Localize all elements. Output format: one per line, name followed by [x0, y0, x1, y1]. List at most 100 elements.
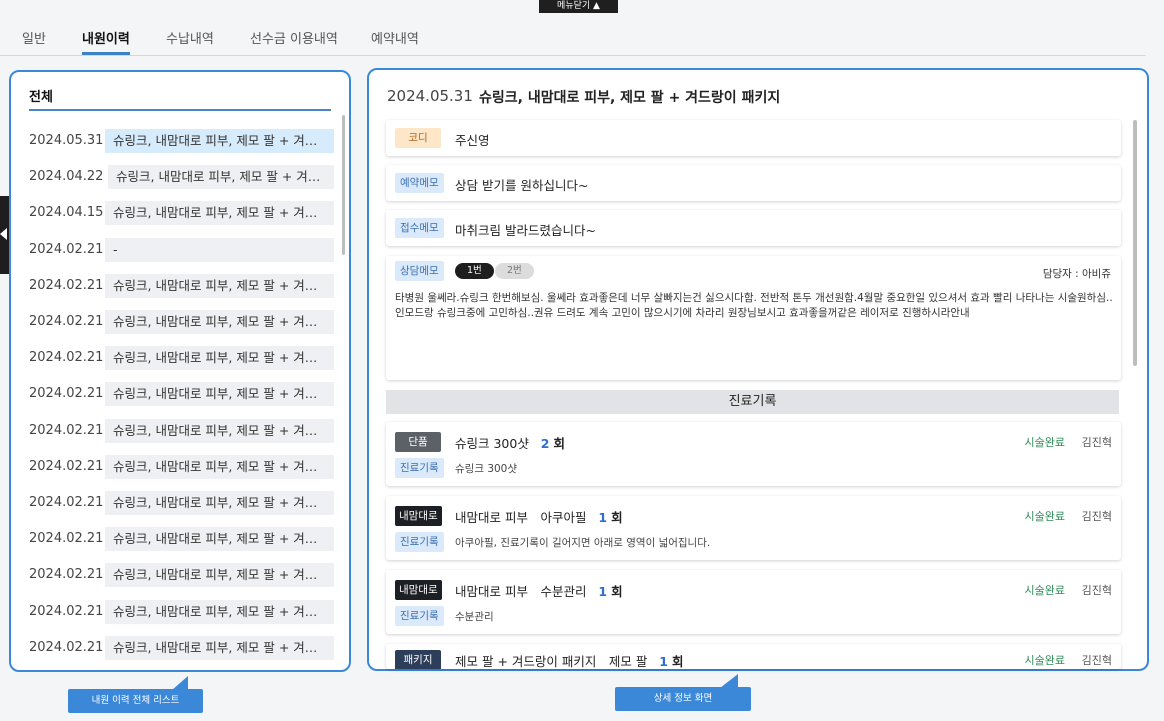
reserve-memo-value: 상담 받기를 원하십니다~	[455, 178, 589, 193]
list-item-date: 2024.02.21	[29, 603, 104, 619]
record-card[interactable]: 내맘대로 내맘대로 피부 아쿠아필 1 회 시술완료 김진혁 진료기록 아쿠아필…	[386, 496, 1121, 560]
list-scrollbar[interactable]	[342, 115, 345, 255]
record-staff: 김진혁	[1081, 510, 1112, 523]
visit-history-list-panel: 전체 2024.05.31 슈링크, 내맘대로 피부, 제모 팔 + 겨드랑...…	[9, 70, 351, 672]
record-type-badge: 단품	[395, 432, 441, 452]
record-status: 시술완료	[1024, 654, 1065, 667]
record-staff: 김진혁	[1081, 436, 1112, 449]
consult-memo-label: 상담메모	[395, 261, 444, 281]
record-note: 슈링크 300샷	[455, 463, 518, 475]
tab-bar: 일반 내원이력 수납내역 선수금 이용내역 예약내역	[0, 22, 1146, 56]
list-item[interactable]: 2024.02.21 슈링크, 내맘대로 피부, 제모 팔 + 겨드랑...	[29, 418, 334, 443]
list-item-title: 슈링크, 내맘대로 피부, 제모 팔 + 겨드랑...	[105, 527, 334, 552]
consult-owner: 담당자 : 아비쥬	[1042, 268, 1111, 280]
codi-label: 코디	[395, 128, 441, 148]
list-item[interactable]: 2024.04.22 슈링크, 내맘대로 피부, 제모 팔 + 겨드랑...	[29, 165, 334, 190]
record-name: 제모 팔 + 겨드랑이 패키지 제모 팔 1 회	[455, 654, 684, 669]
record-note: 수분관리	[455, 611, 494, 623]
list-item[interactable]: 2024.02.21 슈링크, 내맘대로 피부, 제모 팔 + 겨드랑...	[29, 527, 334, 552]
record-status: 시술완료	[1024, 584, 1065, 597]
record-card[interactable]: 단품 슈링크 300샷 2 회 시술완료 김진혁 진료기록 슈링크 300샷	[386, 422, 1121, 486]
visit-detail-panel: 2024.05.31 슈링크, 내맘대로 피부, 제모 팔 + 겨드랑이 패키지…	[367, 68, 1149, 671]
list-item[interactable]: 2024.02.21 슈링크, 내맘대로 피부, 제모 팔 + 겨드랑...	[29, 454, 334, 479]
list-item[interactable]: 2024.02.21 슈링크, 내맘대로 피부, 제모 팔 + 겨드랑...	[29, 273, 334, 298]
list-item-date: 2024.02.21	[29, 531, 104, 547]
record-status: 시술완료	[1024, 510, 1065, 523]
list-item[interactable]: 2024.02.21 슈링크, 내맘대로 피부, 제모 팔 + 겨드랑...	[29, 491, 334, 515]
list-item[interactable]: 2024.02.21-	[29, 237, 334, 262]
list-item-date: 2024.05.31	[29, 133, 104, 148]
list-item-date: 2024.02.21	[29, 639, 104, 655]
list-item-date: 2024.02.21	[29, 458, 104, 474]
tab-prepaid-usage[interactable]: 선수금 이용내역	[250, 28, 338, 47]
list-item-title: 슈링크, 내맘대로 피부, 제모 팔 + 겨드랑...	[105, 273, 334, 298]
list-item-date: 2024.02.21	[29, 350, 104, 366]
list-item-date: 2024.02.21	[29, 314, 104, 329]
record-label: 진료기록	[395, 532, 444, 552]
records-header: 진료기록	[386, 390, 1119, 414]
list-item[interactable]: 2024.02.21 슈링크, 내맘대로 피부, 제모 팔 + 겨드랑...	[29, 310, 334, 334]
list-item-date: 2024.04.22	[29, 169, 104, 185]
record-name: 슈링크 300샷 2 회	[455, 436, 565, 451]
record-type-badge: 패키지	[395, 650, 441, 669]
list-item[interactable]: 2024.02.21 슈링크, 내맘대로 피부, 제모 팔 + 겨드랑...	[29, 382, 334, 407]
reserve-memo-card: 예약메모 상담 받기를 원하십니다~	[386, 165, 1121, 201]
list-item-date: 2024.02.21	[29, 567, 104, 583]
list-item[interactable]: 2024.02.21 슈링크, 내맘대로 피부, 제모 팔 + 겨드랑...	[29, 599, 334, 624]
tab-reservations[interactable]: 예약내역	[371, 28, 419, 47]
list-item-date: 2024.02.21	[29, 277, 104, 293]
consult-memo-text: 타병원 울쎄라.슈링크 한번해보심. 울쎄라 효과좋은데 너무 살빠지는건 싫으…	[395, 292, 1113, 319]
list-item-title: 슈링크, 내맘대로 피부, 제모 팔 + 겨드랑...	[105, 454, 334, 479]
record-staff: 김진혁	[1081, 584, 1112, 597]
callout-detail-label: 상세 정보 화면	[615, 687, 751, 711]
list-item[interactable]: 2024.05.31 슈링크, 내맘대로 피부, 제모 팔 + 겨드랑...	[29, 129, 334, 153]
reception-memo-value: 마취크림 발라드렸습니다~	[455, 223, 596, 238]
list-item-title: 슈링크, 내맘대로 피부, 제모 팔 + 겨드랑...	[105, 635, 334, 660]
list-item[interactable]: 2024.02.21 슈링크, 내맘대로 피부, 제모 팔 + 겨드랑...	[29, 635, 334, 660]
callout-pointer	[172, 676, 188, 690]
record-name: 내맘대로 피부 아쿠아필 1 회	[455, 510, 623, 525]
consult-tab-2[interactable]: 2번	[495, 263, 534, 279]
codi-card: 코디 주신영	[386, 120, 1121, 156]
tab-visit-history[interactable]: 내원이력	[82, 28, 130, 55]
list-item-date: 2024.02.21	[29, 495, 104, 510]
record-type-badge: 내맘대로	[395, 506, 442, 526]
list-item-title: 슈링크, 내맘대로 피부, 제모 팔 + 겨드랑...	[105, 599, 334, 624]
detail-title: 슈링크, 내맘대로 피부, 제모 팔 + 겨드랑이 패키지	[479, 90, 781, 106]
reserve-memo-label: 예약메모	[395, 173, 444, 193]
record-card[interactable]: 내맘대로 내맘대로 피부 수분관리 1 회 시술완료 김진혁 진료기록 수분관리	[386, 570, 1121, 634]
list-item-title: -	[105, 237, 334, 262]
record-type-badge: 내맘대로	[395, 580, 442, 600]
list-item-title: 슈링크, 내맘대로 피부, 제모 팔 + 겨드랑...	[105, 563, 334, 588]
list-item-title: 슈링크, 내맘대로 피부, 제모 팔 + 겨드랑...	[105, 201, 334, 226]
record-label: 진료기록	[395, 458, 444, 478]
list-item-title: 슈링크, 내맘대로 피부, 제모 팔 + 겨드랑...	[105, 129, 334, 153]
record-name: 내맘대로 피부 수분관리 1 회	[455, 584, 623, 599]
reception-memo-card: 접수메모 마취크림 발라드렸습니다~	[386, 210, 1121, 246]
detail-date: 2024.05.31	[387, 87, 473, 105]
record-status: 시술완료	[1024, 436, 1065, 449]
list-item-title: 슈링크, 내맘대로 피부, 제모 팔 + 겨드랑...	[105, 310, 334, 334]
consult-memo-card: 상담메모 1번 2번 담당자 : 아비쥬 타병원 울쎄라.슈링크 한번해보심. …	[386, 256, 1121, 380]
list-item[interactable]: 2024.04.15 슈링크, 내맘대로 피부, 제모 팔 + 겨드랑...	[29, 201, 334, 226]
list-item-title: 슈링크, 내맘대로 피부, 제모 팔 + 겨드랑...	[108, 165, 334, 190]
list-item-date: 2024.02.21	[29, 386, 104, 402]
chevron-left-icon	[0, 228, 7, 240]
codi-value: 주신영	[455, 133, 490, 148]
list-item-date: 2024.02.21	[29, 422, 104, 438]
list-item-date: 2024.02.21	[29, 241, 104, 257]
record-note: 아쿠아필, 진료기록이 길어지면 아래로 영역이 넓어집니다.	[455, 537, 711, 549]
record-card[interactable]: 패키지 제모 팔 + 겨드랑이 패키지 제모 팔 1 회 시술완료 김진혁	[386, 644, 1121, 669]
detail-scrollbar[interactable]	[1133, 120, 1137, 366]
menu-close-button[interactable]: 메뉴닫기 ▲	[539, 0, 618, 13]
list-item[interactable]: 2024.02.21 슈링크, 내맘대로 피부, 제모 팔 + 겨드랑...	[29, 563, 334, 588]
list-title: 전체	[29, 90, 53, 105]
list-item-title: 슈링크, 내맘대로 피부, 제모 팔 + 겨드랑...	[105, 418, 334, 443]
tab-general[interactable]: 일반	[22, 28, 46, 47]
list-item[interactable]: 2024.02.21 슈링크, 내맘대로 피부, 제모 팔 + 겨드랑...	[29, 346, 334, 371]
tab-payments[interactable]: 수납내역	[166, 28, 214, 47]
list-title-underline	[29, 109, 331, 111]
consult-tab-1[interactable]: 1번	[455, 263, 494, 279]
record-staff: 김진혁	[1081, 654, 1112, 667]
list-item-date: 2024.04.15	[29, 205, 104, 221]
